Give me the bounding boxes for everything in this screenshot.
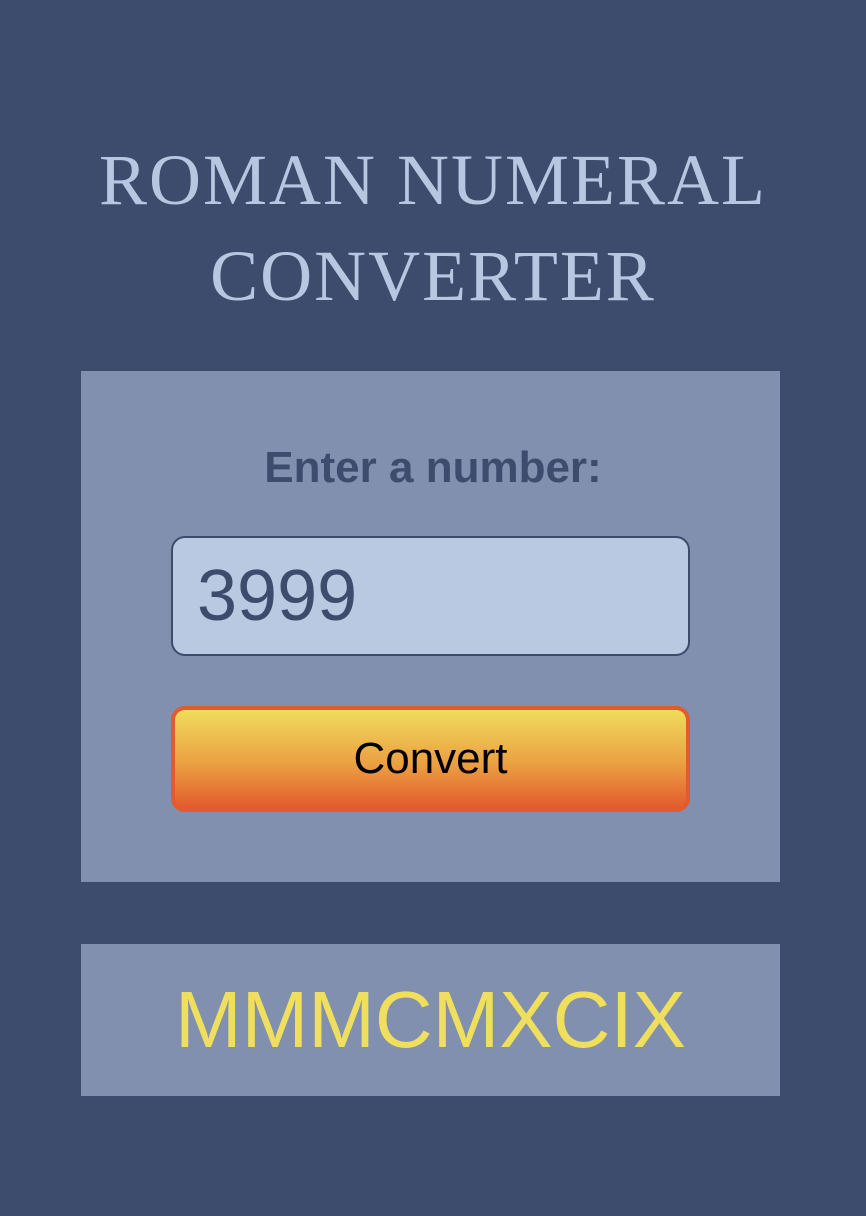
convert-button[interactable]: Convert: [171, 706, 690, 812]
result-output: MMMCMXCIX: [174, 975, 687, 1064]
page-title-line-2: CONVERTER: [210, 236, 656, 316]
page-title: ROMAN NUMERAL CONVERTER: [0, 132, 866, 324]
number-input-label: Enter a number:: [264, 443, 602, 492]
number-input[interactable]: [171, 536, 690, 656]
page-title-line-1: ROMAN NUMERAL: [98, 140, 768, 220]
